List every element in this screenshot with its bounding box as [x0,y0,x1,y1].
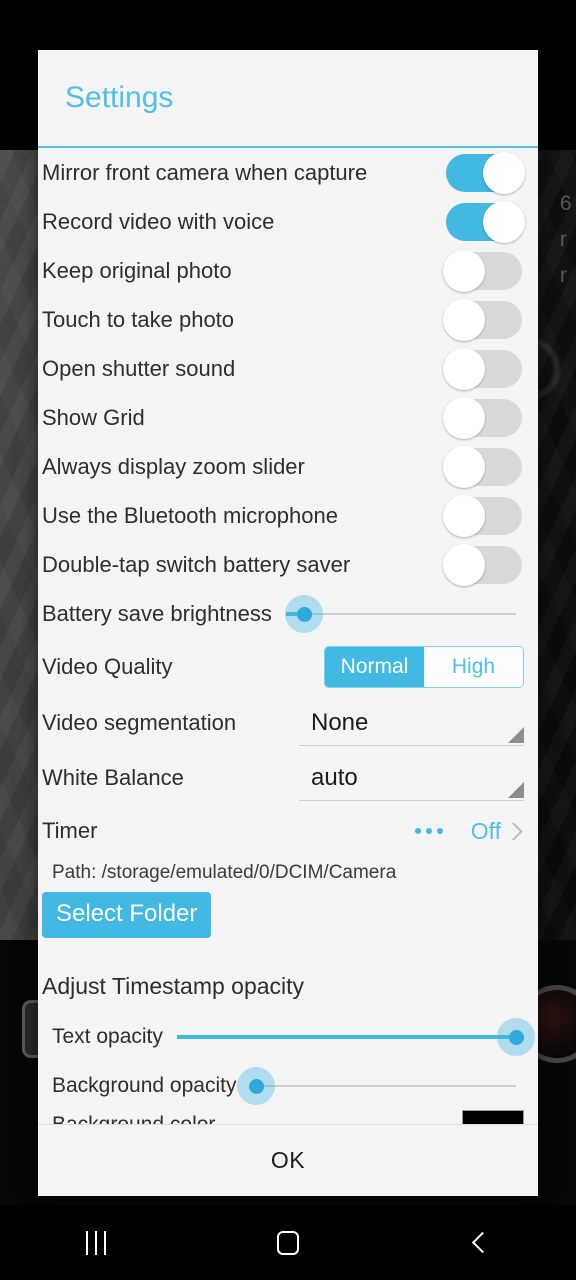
toggle-touch-to-take-photo[interactable] [443,298,522,341]
toggle-use-bluetooth-microphone[interactable] [443,494,522,537]
setting-row-text-opacity[interactable]: Text opacity [38,1012,538,1061]
toggle-thumb [443,298,485,341]
toggle-thumb [483,151,525,194]
nav-home-button[interactable] [192,1205,384,1280]
slider-knob[interactable] [248,1078,264,1094]
toggle-record-video-with-voice[interactable] [446,200,525,243]
recents-icon [86,1230,106,1255]
setting-row-touch-to-take-photo[interactable]: Touch to take photo [38,295,538,344]
dropdown-value: auto [311,763,358,791]
setting-row-record-video-with-voice[interactable]: Record video with voice [38,197,538,246]
setting-label: Battery save brightness [42,600,272,626]
toggle-thumb [443,494,485,537]
setting-label: Use the Bluetooth microphone [42,502,338,528]
setting-row-use-bluetooth-microphone[interactable]: Use the Bluetooth microphone [38,491,538,540]
storage-path-text: Path: /storage/emulated/0/DCIM/Camera [52,862,397,883]
setting-row-keep-original-photo[interactable]: Keep original photo [38,246,538,295]
setting-label: Keep original photo [42,257,232,283]
setting-label: Text opacity [52,1024,163,1048]
phone-screen: 6 r r Settings Mirror front camera when … [0,0,576,1280]
setting-label: Record video with voice [42,208,275,234]
segment-normal[interactable]: Normal [325,647,424,687]
slider-battery-save-brightness[interactable] [285,594,516,633]
timestamp-section-header: Adjust Timestamp opacity [38,960,538,1012]
settings-dialog: Settings Mirror front camera when captur… [38,50,538,1196]
chevron-right-icon [504,821,523,841]
system-navigation-bar [0,1205,576,1280]
setting-label: Background opacity [52,1073,237,1097]
dropdown-white-balance[interactable]: auto [299,755,524,801]
slider-text-opacity[interactable] [176,1017,535,1056]
setting-label: Touch to take photo [42,306,235,332]
ellipsis-icon[interactable] [414,828,443,834]
setting-label: Timer [42,818,98,843]
ok-button[interactable]: OK [271,1147,305,1174]
dropdown-caret-icon [508,727,524,743]
select-folder-row: Select Folder [38,890,538,944]
setting-row-battery-save-brightness[interactable]: Battery save brightness [38,589,538,638]
setting-row-open-shutter-sound[interactable]: Open shutter sound [38,344,538,393]
setting-row-background-opacity[interactable]: Background opacity [38,1061,538,1110]
setting-row-show-grid[interactable]: Show Grid [38,393,538,442]
dropdown-value: None [311,708,369,736]
slider-knob[interactable] [297,606,313,622]
setting-row-always-display-zoom-slider[interactable]: Always display zoom slider [38,442,538,491]
toggle-thumb [443,543,485,586]
setting-row-double-tap-switch-battery-saver[interactable]: Double-tap switch battery saver [38,540,538,589]
background-color-swatch[interactable] [462,1110,524,1124]
slider-knob[interactable] [509,1029,524,1045]
dialog-footer: OK [38,1124,538,1196]
dropdown-caret-icon [508,782,524,798]
segmented-video-quality[interactable]: Normal High [324,646,524,688]
setting-row-timer[interactable]: Timer Off [38,806,538,856]
setting-row-video-quality[interactable]: Video Quality Normal High [38,638,538,696]
toggle-thumb [443,249,485,292]
setting-label: Background color [42,1110,215,1124]
setting-row-background-color[interactable]: Background color [38,1110,538,1124]
storage-path-row: Path: /storage/emulated/0/DCIM/Camera [38,856,538,890]
setting-label: Open shutter sound [42,355,236,381]
toggle-double-tap-switch-battery-saver[interactable] [443,543,522,586]
setting-label: Video Quality [42,654,173,679]
toggle-keep-original-photo[interactable] [443,249,522,292]
slider-background-opacity[interactable] [236,1066,516,1105]
page-title: Settings [65,81,174,114]
toggle-thumb [483,200,525,243]
toggle-thumb [443,396,485,439]
slider-fill [176,1034,516,1039]
back-icon [471,1231,494,1254]
toggle-mirror-front-camera[interactable] [446,151,525,194]
setting-label: Video segmentation [42,710,237,735]
dialog-header: Settings [38,50,538,148]
select-folder-button[interactable]: Select Folder [42,892,212,938]
timer-value: Off [470,817,501,844]
setting-label: White Balance [42,765,184,790]
nav-back-button[interactable] [384,1205,576,1280]
dropdown-video-segmentation[interactable]: None [299,700,524,746]
toggle-always-display-zoom-slider[interactable] [443,445,522,488]
settings-scroll-area[interactable]: Mirror front camera when capture Record … [38,148,538,1124]
slider-track [250,1084,516,1087]
toggle-thumb [443,445,485,488]
setting-row-white-balance[interactable]: White Balance auto [38,750,538,806]
setting-row-video-segmentation[interactable]: Video segmentation None [38,696,538,750]
setting-label: Always display zoom slider [42,453,305,479]
nav-recents-button[interactable] [0,1205,192,1280]
toggle-open-shutter-sound[interactable] [443,347,522,390]
toggle-thumb [443,347,485,390]
setting-label: Show Grid [42,404,145,430]
toggle-show-grid[interactable] [443,396,522,439]
setting-row-mirror-front-camera[interactable]: Mirror front camera when capture [38,148,538,197]
setting-label: Mirror front camera when capture [42,159,368,185]
segment-high[interactable]: High [424,647,523,687]
section-title: Adjust Timestamp opacity [42,972,305,999]
home-icon [277,1230,299,1255]
setting-label: Double-tap switch battery saver [42,551,351,577]
